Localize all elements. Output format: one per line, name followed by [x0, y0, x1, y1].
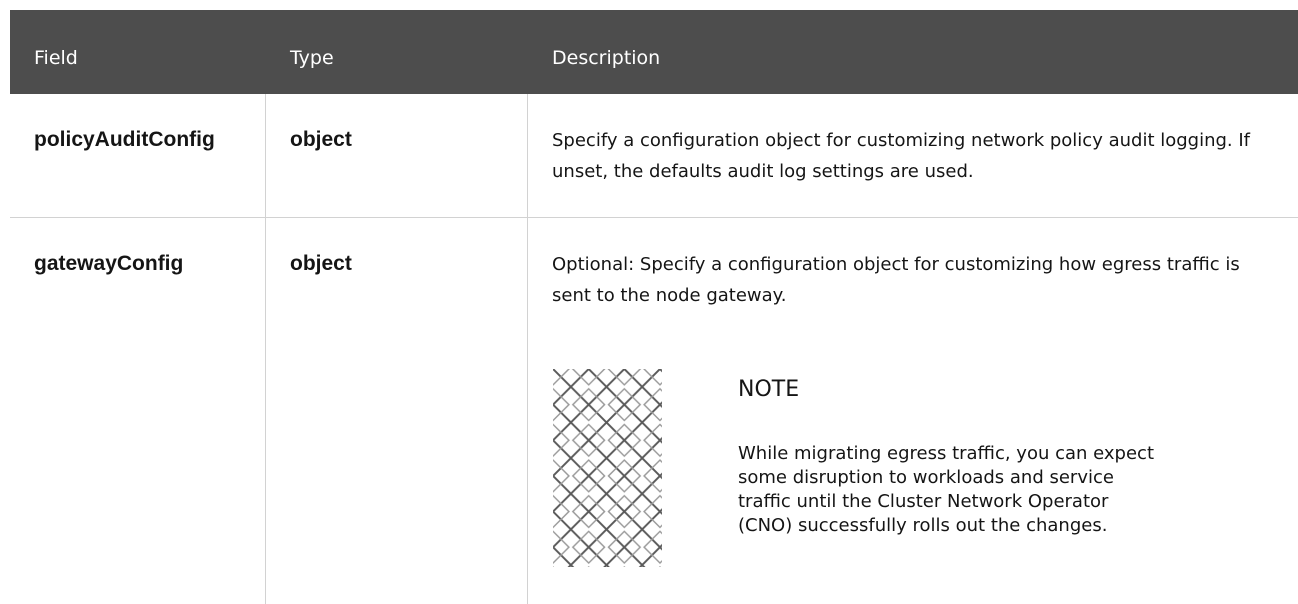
note-text: While migrating egress traffic, you can …	[738, 443, 1155, 536]
column-divider	[265, 218, 266, 604]
header-description: Description	[552, 47, 661, 69]
header-type: Type	[290, 47, 334, 69]
field-name: gatewayConfig	[34, 252, 184, 275]
header-field: Field	[34, 47, 78, 69]
column-divider	[527, 94, 528, 217]
table-row: policyAuditConfig object Specify a confi…	[10, 94, 1298, 218]
field-description: Specify a configuration object for custo…	[552, 130, 1251, 182]
table-row: gatewayConfig object Optional: Specify a…	[10, 218, 1298, 604]
field-type: object	[290, 252, 352, 275]
field-type: object	[290, 128, 352, 151]
note-title: NOTE	[738, 377, 800, 402]
table-header: Field Type Description	[10, 10, 1298, 94]
note-pattern-icon	[553, 369, 662, 567]
field-name: policyAuditConfig	[34, 128, 215, 151]
field-description: Optional: Specify a configuration object…	[552, 254, 1240, 306]
column-divider	[265, 94, 266, 217]
column-divider	[527, 218, 528, 604]
